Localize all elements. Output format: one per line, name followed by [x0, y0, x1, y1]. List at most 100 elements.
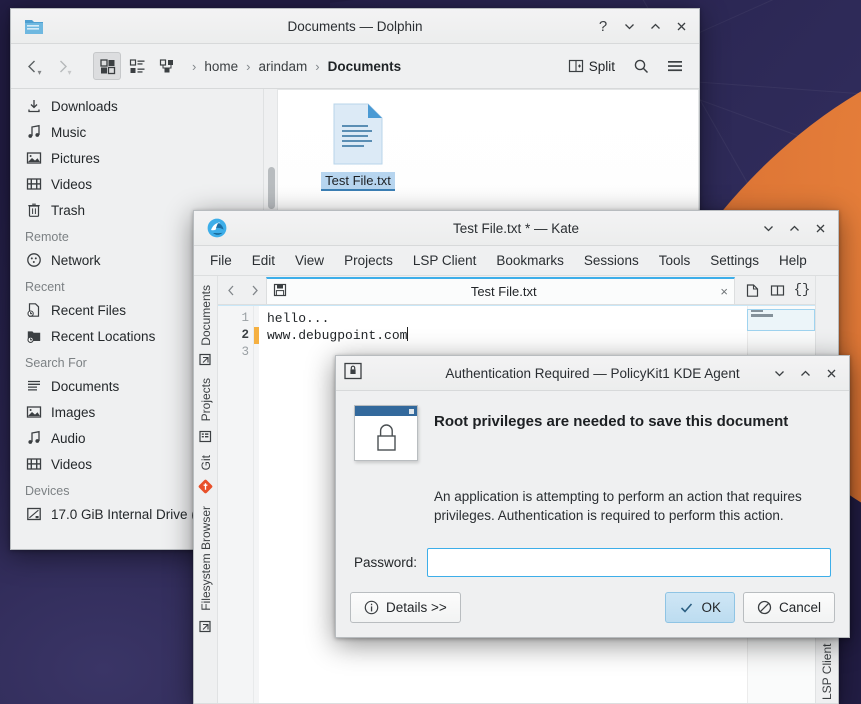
- breadcrumb-sep-2: ›: [314, 59, 320, 74]
- breadcrumb-item-home[interactable]: home: [199, 57, 243, 76]
- password-row[interactable]: Password:: [336, 548, 849, 577]
- kate-titlebar[interactable]: Test File.txt * — Kate: [194, 211, 838, 246]
- auth-dialog-description: An application is attempting to perform …: [336, 461, 849, 525]
- maximize-button[interactable]: [782, 216, 806, 240]
- place-pictures[interactable]: Pictures: [11, 145, 263, 171]
- sidebar-tab-filesystem-browser[interactable]: Filesystem Browser: [198, 503, 214, 614]
- place-label: Music: [51, 125, 86, 140]
- breadcrumb-item-arindam[interactable]: arindam: [253, 57, 312, 76]
- music-icon: [25, 124, 42, 141]
- place-music[interactable]: Music: [11, 119, 263, 145]
- split-button[interactable]: Split: [562, 55, 621, 77]
- network-icon: [25, 252, 42, 269]
- cancel-button[interactable]: Cancel: [743, 592, 835, 623]
- menu-view[interactable]: View: [285, 249, 334, 272]
- close-button[interactable]: [808, 216, 832, 240]
- place-label: Videos: [51, 177, 92, 192]
- view-compact-button[interactable]: [123, 52, 151, 80]
- auth-dialog-window-controls[interactable]: [767, 361, 843, 385]
- place-videos[interactable]: Videos: [11, 171, 263, 197]
- kate-icon: [206, 217, 228, 239]
- back-dropdown-icon[interactable]: ▾: [37, 68, 41, 77]
- auth-dialog-titlebar[interactable]: Authentication Required — PolicyKit1 KDE…: [336, 356, 849, 391]
- authentication-icon: [344, 362, 366, 384]
- maximize-button[interactable]: [793, 361, 817, 385]
- info-icon: [364, 600, 379, 615]
- kate-left-sidebar-tabs[interactable]: Documents Projects Git Filesystem Browse…: [194, 276, 218, 703]
- menu-lsp-client[interactable]: LSP Client: [403, 249, 487, 272]
- authentication-dialog[interactable]: Authentication Required — PolicyKit1 KDE…: [335, 355, 850, 638]
- back-button[interactable]: ▾: [21, 52, 49, 80]
- text-caret: [407, 327, 408, 341]
- recent-file-icon: [25, 302, 42, 319]
- menu-settings[interactable]: Settings: [700, 249, 769, 272]
- next-document-button[interactable]: [243, 279, 265, 301]
- menu-sessions[interactable]: Sessions: [574, 249, 649, 272]
- close-document-icon[interactable]: ×: [720, 284, 728, 299]
- ok-button[interactable]: OK: [665, 592, 735, 623]
- password-label: Password:: [354, 555, 417, 570]
- music-icon: [25, 430, 42, 447]
- hamburger-icon: [666, 57, 684, 75]
- help-button[interactable]: ?: [591, 14, 615, 38]
- minimize-button[interactable]: [756, 216, 780, 240]
- menu-help[interactable]: Help: [769, 249, 817, 272]
- menu-tools[interactable]: Tools: [649, 249, 701, 272]
- breadcrumb-sep-0: ›: [191, 59, 197, 74]
- minimize-button[interactable]: [617, 14, 641, 38]
- dolphin-toolbar[interactable]: ▾ ▾: [11, 44, 699, 89]
- breadcrumb[interactable]: › home › arindam › Documents: [191, 57, 406, 76]
- split-view-icon[interactable]: [766, 279, 788, 301]
- ok-button-label: OK: [701, 600, 721, 615]
- kate-menubar[interactable]: File Edit View Projects LSP Client Bookm…: [194, 246, 838, 276]
- place-label: Recent Locations: [51, 329, 155, 344]
- menu-file[interactable]: File: [200, 249, 242, 272]
- dolphin-window-controls[interactable]: ?: [591, 14, 693, 38]
- search-button[interactable]: [627, 52, 655, 80]
- sidebar-tab-git[interactable]: Git: [198, 452, 214, 473]
- kate-window-controls[interactable]: [756, 216, 832, 240]
- place-label: Pictures: [51, 151, 100, 166]
- forward-button[interactable]: ▾: [51, 52, 79, 80]
- menu-projects[interactable]: Projects: [334, 249, 403, 272]
- save-icon[interactable]: [273, 283, 287, 300]
- file-item-test-file[interactable]: Test File.txt: [313, 102, 403, 191]
- brackets-icon[interactable]: {}: [791, 279, 813, 301]
- hamburger-menu-button[interactable]: [661, 52, 689, 80]
- view-icons-button[interactable]: [93, 52, 121, 80]
- check-icon: [679, 600, 694, 615]
- new-document-icon[interactable]: [741, 279, 763, 301]
- split-icon: [568, 58, 584, 74]
- dolphin-toolbar-right[interactable]: Split: [562, 52, 689, 80]
- breadcrumb-item-documents[interactable]: Documents: [323, 57, 407, 76]
- file-label[interactable]: Test File.txt: [321, 172, 395, 191]
- forward-dropdown-icon[interactable]: ▾: [67, 68, 71, 77]
- sidebar-tab-documents[interactable]: Documents: [198, 282, 214, 349]
- sidebar-tab-projects[interactable]: Projects: [198, 375, 214, 424]
- menu-edit[interactable]: Edit: [242, 249, 285, 272]
- close-button[interactable]: [819, 361, 843, 385]
- filesystem-icon: [199, 620, 212, 636]
- menu-bookmarks[interactable]: Bookmarks: [486, 249, 574, 272]
- auth-dialog-buttons[interactable]: Details >> OK Cancel: [336, 592, 849, 623]
- view-scrollbar-handle[interactable]: [268, 167, 275, 209]
- minimap-viewport[interactable]: [747, 309, 815, 331]
- view-details-button[interactable]: [153, 52, 181, 80]
- dolphin-titlebar[interactable]: Documents — Dolphin ?: [11, 9, 699, 44]
- password-input[interactable]: [427, 548, 831, 577]
- maximize-button[interactable]: [643, 14, 667, 38]
- place-downloads[interactable]: Downloads: [11, 93, 263, 119]
- projects-icon: [199, 430, 212, 446]
- video-icon: [25, 456, 42, 473]
- kate-document-tabbar[interactable]: Test File.txt × {}: [218, 276, 815, 305]
- document-tab[interactable]: Test File.txt ×: [266, 277, 735, 304]
- line-number: 3: [218, 344, 249, 361]
- prev-document-button[interactable]: [220, 279, 242, 301]
- details-button[interactable]: Details >>: [350, 592, 461, 623]
- place-label: Audio: [51, 431, 86, 446]
- place-label: Videos: [51, 457, 92, 472]
- tabbar-actions[interactable]: {}: [736, 279, 813, 301]
- minimize-button[interactable]: [767, 361, 791, 385]
- recent-folder-icon: [25, 328, 42, 345]
- close-button[interactable]: [669, 14, 693, 38]
